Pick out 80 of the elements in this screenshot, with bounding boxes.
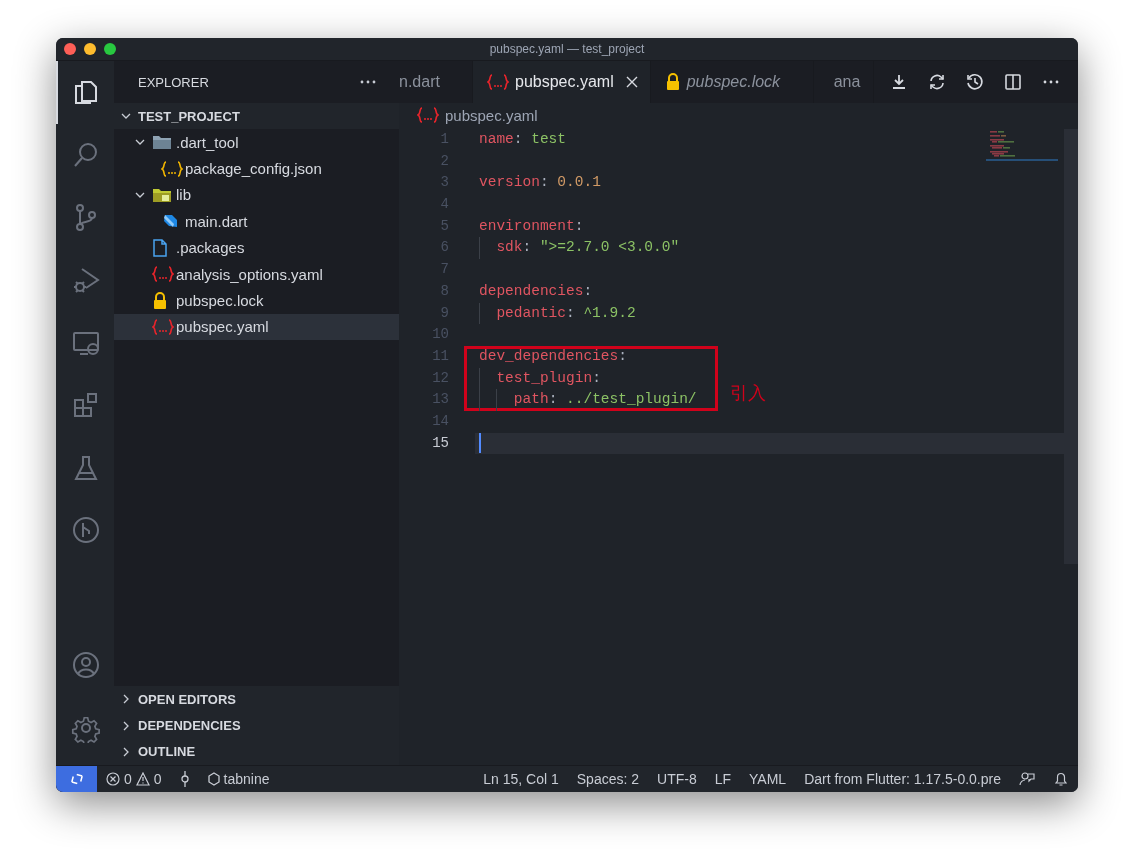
explorer-title: EXPLORER [138, 74, 209, 90]
download-icon[interactable] [890, 73, 908, 91]
tree-item[interactable]: package_config.json [114, 155, 399, 182]
more-icon[interactable] [359, 79, 377, 85]
tree-item[interactable]: analysis_options.yaml [114, 260, 399, 288]
line-number: 15 [431, 433, 449, 453]
minimize-window-button[interactable] [84, 43, 96, 55]
remote-icon [68, 771, 85, 787]
line-number: 11 [431, 346, 449, 366]
account-icon [71, 650, 101, 681]
annotation-label: 引入 [730, 380, 766, 405]
code-line: environment: [479, 216, 584, 236]
braces-icon [417, 107, 439, 123]
text-cursor [479, 432, 481, 453]
editor-tab[interactable]: pubspec.yaml [473, 61, 651, 103]
line-number: 4 [439, 195, 449, 215]
section-header[interactable]: DEPENDENCIES [114, 712, 399, 739]
split-editor-icon[interactable] [1004, 73, 1022, 91]
code-line: path: ../test_plugin/ [512, 390, 697, 410]
line-number: 2 [439, 151, 449, 171]
tree-item[interactable]: pubspec.yaml [114, 313, 399, 341]
braces-icon [152, 318, 174, 335]
code-line: test_plugin: [495, 368, 601, 388]
status-item[interactable]: Ln 15, Col 1 [474, 771, 568, 787]
close-window-button[interactable] [64, 43, 76, 55]
line-number: 13 [431, 390, 449, 410]
scrollbar-track[interactable] [1064, 129, 1078, 564]
editor-tab[interactable]: pubspec.lock [650, 61, 814, 103]
close-icon[interactable] [625, 76, 638, 88]
braces-icon [161, 160, 183, 177]
warning-icon [135, 772, 150, 786]
code-line: pedantic: ^1.9.2 [495, 303, 636, 323]
tree-item[interactable]: lib [114, 181, 399, 209]
status-item[interactable]: YAML [740, 771, 796, 787]
line-number: 9 [439, 303, 449, 323]
code-line: sdk: ">=2.7.0 <3.0.0" [495, 238, 680, 258]
line-number: 14 [431, 411, 449, 431]
hexagon-icon [207, 772, 220, 786]
braces-icon [152, 266, 174, 283]
code-line: name: test [479, 130, 567, 149]
section-header[interactable]: OPEN EDITORS [114, 686, 399, 713]
status-item[interactable]: Spaces: 2 [567, 771, 649, 787]
sync-icon[interactable] [928, 73, 946, 91]
line-number: 6 [439, 238, 449, 258]
section-header[interactable]: OUTLINE [114, 738, 399, 765]
line-number: 5 [439, 216, 449, 236]
tree-item[interactable]: main.dart [114, 208, 399, 235]
status-item[interactable]: LF [705, 771, 741, 787]
line-number: 12 [431, 368, 449, 388]
status-item[interactable]: UTF-8 [648, 771, 706, 787]
tree-item[interactable]: .dart_tool [114, 129, 399, 156]
tree-item[interactable]: pubspec.lock [114, 287, 399, 314]
tree-item[interactable]: .packages [114, 234, 399, 261]
more-icon[interactable] [1042, 79, 1060, 85]
folder-icon [152, 134, 172, 151]
folder-icon [152, 186, 172, 203]
code-line: dependencies: [479, 281, 593, 301]
line-number: 1 [439, 130, 449, 149]
branch-circle-icon [71, 515, 101, 546]
tabnine-button[interactable]: tabnine [198, 771, 279, 787]
line-number: 7 [439, 260, 449, 280]
problems-button[interactable]: 0 0 [97, 771, 171, 787]
remote-button[interactable] [56, 766, 97, 792]
braces-icon [487, 74, 509, 90]
editor-tab[interactable]: ana [813, 61, 874, 103]
window-title: pubspec.yaml — test_project [489, 42, 645, 56]
error-icon [106, 772, 120, 786]
line-number: 10 [431, 325, 449, 345]
lock-icon [152, 291, 168, 310]
line-number: 3 [439, 173, 449, 193]
code-line: dev_dependencies: [479, 346, 627, 366]
project-section-header[interactable]: TEST_PROJECT [114, 103, 399, 129]
lock-icon [664, 73, 681, 91]
code-line: version: 0.0.1 [479, 173, 601, 193]
status-item[interactable]: Dart from Flutter: 1.17.5-0.0.pre [795, 771, 1010, 787]
file-icon [152, 238, 168, 257]
zoom-window-button[interactable] [104, 43, 116, 55]
history-icon[interactable] [966, 73, 984, 91]
breadcrumb[interactable]: pubspec.yaml [399, 103, 538, 127]
line-number: 8 [439, 281, 449, 301]
